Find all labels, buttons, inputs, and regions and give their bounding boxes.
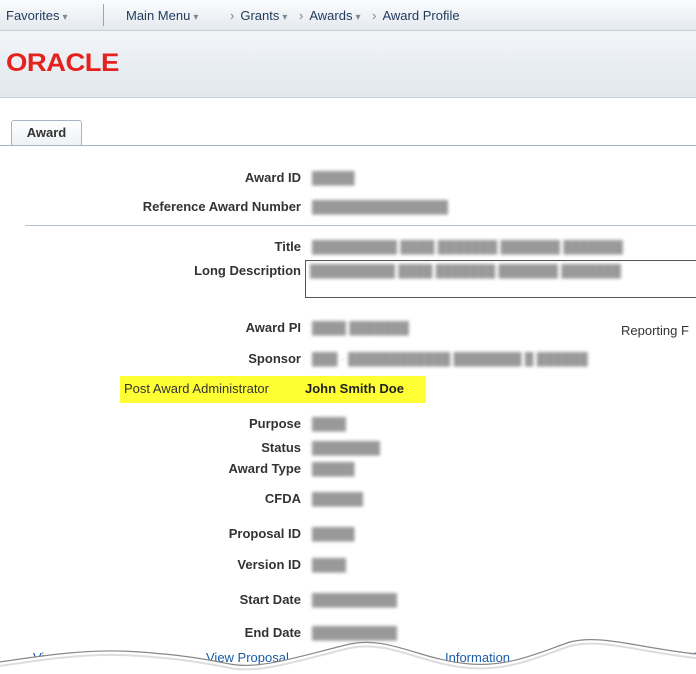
long-description-label: Long Description xyxy=(194,263,301,278)
main-menu-label: Main Menu xyxy=(126,8,191,23)
tab-award[interactable]: Award xyxy=(11,120,82,145)
version-id-label: Version ID xyxy=(237,557,301,572)
status-label: Status xyxy=(261,440,301,455)
chevron-down-icon: ▾ xyxy=(62,12,68,23)
tab-strip: Award xyxy=(0,120,696,146)
award-type-value: █████ xyxy=(312,462,355,476)
start-date-label: Start Date xyxy=(239,592,301,607)
chevron-down-icon[interactable]: ▾ xyxy=(355,12,360,23)
reference-award-number-value: ████████████████ xyxy=(312,200,449,214)
chevron-down-icon[interactable]: ▾ xyxy=(282,12,287,23)
favorites-label: Favorites xyxy=(6,8,60,23)
sponsor-value: ███ · ████████████ ████████ █ ██████ xyxy=(312,352,588,366)
sponsor-label: Sponsor xyxy=(248,351,301,366)
chevron-down-icon: ▾ xyxy=(193,12,199,23)
award-type-label: Award Type xyxy=(228,461,301,476)
start-date-value: ██████████ xyxy=(312,593,398,607)
title-label: Title xyxy=(274,239,302,254)
award-id-value: █████ xyxy=(312,171,355,185)
breadcrumb-grants[interactable]: Grants xyxy=(240,8,279,23)
status-value: ████████ xyxy=(312,441,381,455)
oracle-logo: ORACLE xyxy=(6,49,119,77)
torn-edge-decoration xyxy=(0,639,696,674)
purpose-value: ████ xyxy=(312,417,347,431)
purpose-label: Purpose xyxy=(248,416,301,431)
breadcrumb: › Grants ▾ › Awards ▾ › Award Profile xyxy=(222,8,460,23)
long-description-value: ██████████ ████ ███████ ███████ ███████ xyxy=(310,264,621,278)
reporting-label: Reporting F xyxy=(621,323,689,338)
section-divider xyxy=(25,225,696,226)
version-id-value: ████ xyxy=(312,558,347,572)
cfda-value: ██████ xyxy=(312,492,364,506)
proposal-id-value: █████ xyxy=(312,527,355,541)
cfda-label: CFDA xyxy=(264,491,301,506)
top-navigation-bar: Favorites ▾ Main Menu ▾ › Grants ▾ › Awards ▾ … xyxy=(0,0,696,31)
award-id-label: Award ID xyxy=(244,170,301,185)
breadcrumb-awards[interactable]: Awards xyxy=(309,8,352,23)
long-description-field[interactable]: ██████████ ████ ███████ ███████ ███████ xyxy=(305,260,696,298)
post-award-admin-value: John Smith Doe xyxy=(305,381,404,396)
post-award-admin-label: Post Award Administrator xyxy=(124,381,269,396)
breadcrumb-arrow-icon: › xyxy=(299,8,304,23)
award-pi-label: Award PI xyxy=(245,320,301,335)
breadcrumb-arrow-icon: › xyxy=(230,8,235,23)
award-pi-value: ████ ███████ xyxy=(312,321,409,335)
header-banner: ORACLE xyxy=(0,31,696,98)
breadcrumb-award-profile[interactable]: Award Profile xyxy=(382,8,459,23)
title-value: ██████████ ████ ███████ ███████ ███████ xyxy=(312,240,623,254)
favorites-menu[interactable]: Favorites ▾ xyxy=(6,8,68,23)
nav-separator xyxy=(103,4,104,26)
proposal-id-label: Proposal ID xyxy=(228,526,301,541)
main-menu[interactable]: Main Menu ▾ xyxy=(126,8,198,23)
reference-award-number-label: Reference Award Number xyxy=(142,199,301,214)
breadcrumb-arrow-icon: › xyxy=(372,8,377,23)
